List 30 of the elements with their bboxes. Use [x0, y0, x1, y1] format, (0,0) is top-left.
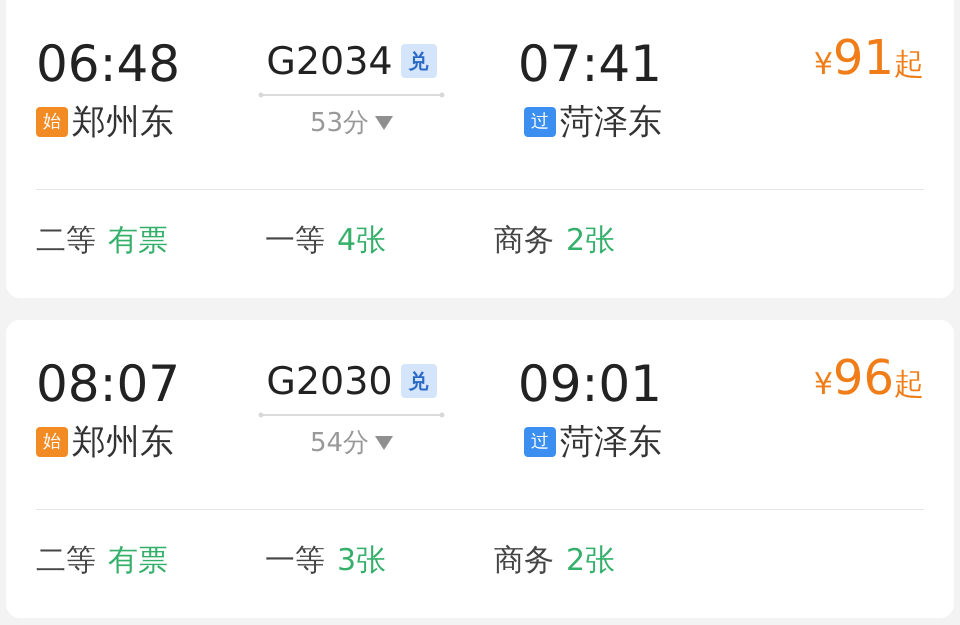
seat-availability: 二等 有票 — [36, 542, 169, 580]
seat-availability: 二等 有票 — [36, 222, 169, 260]
train-card[interactable]: 06:48 始 郑州东 G2034 兑 53分 07:41 过 菏泽东 ¥91起 二等 有票 一等 4张 商务 2张 — [6, 0, 954, 298]
seat-availability: 一等 4张 — [265, 222, 388, 260]
arrival-time: 09:01 — [518, 354, 662, 414]
departure-time: 08:07 — [36, 354, 182, 414]
station-badge: 始 — [36, 107, 68, 137]
arrival-time: 07:41 — [518, 34, 662, 94]
train-number: G2030 — [266, 362, 393, 400]
seat-availability: 一等 3张 — [265, 542, 388, 580]
train-number: G2034 — [266, 42, 393, 80]
price: ¥91起 — [814, 34, 924, 88]
duration: 53分 — [310, 107, 370, 140]
dropdown-caret-icon[interactable] — [375, 116, 394, 130]
station-name: 郑州东 — [72, 421, 174, 464]
seat-availability: 商务 2张 — [494, 222, 616, 260]
station-name: 菏泽东 — [560, 421, 662, 464]
station-name: 菏泽东 — [560, 101, 662, 144]
redeem-tag: 兑 — [400, 364, 437, 398]
duration: 54分 — [310, 427, 370, 460]
price: ¥96起 — [814, 354, 924, 408]
dropdown-caret-icon[interactable] — [375, 436, 394, 450]
train-card[interactable]: 08:07 始 郑州东 G2030 兑 54分 09:01 过 菏泽东 ¥96起 二等 有票 一等 3张 商务 2张 — [6, 320, 954, 618]
station-badge: 过 — [524, 427, 556, 457]
station-badge: 过 — [524, 107, 556, 137]
departure-time: 06:48 — [36, 34, 182, 94]
station-badge: 始 — [36, 427, 68, 457]
redeem-tag: 兑 — [400, 44, 437, 78]
station-name: 郑州东 — [72, 101, 174, 144]
seat-availability: 商务 2张 — [494, 542, 616, 580]
